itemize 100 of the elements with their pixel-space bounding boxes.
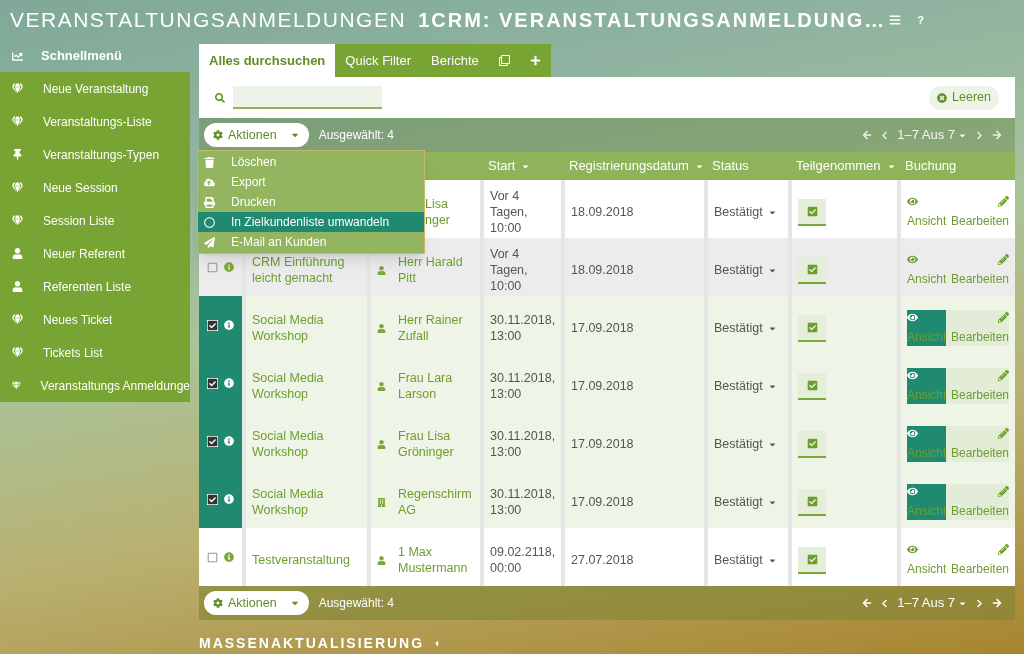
last-page-icon[interactable]: [992, 598, 1002, 608]
edit-link[interactable]: Bearbeiten: [950, 484, 1009, 520]
attended-checkbox[interactable]: [798, 430, 826, 458]
page-subtitle: 1CRM: VERANSTALTUNGSANMELDUNG…: [418, 8, 887, 33]
gem-icon: [12, 215, 23, 226]
check-icon: [806, 379, 818, 391]
eye-icon: [907, 486, 918, 497]
actions-button[interactable]: Aktionen: [204, 591, 309, 615]
view-link[interactable]: Ansicht: [907, 542, 947, 578]
edit-link[interactable]: Bearbeiten: [950, 426, 1009, 462]
start-date: 30.11.2018, 13:00: [490, 486, 556, 518]
sidebar-item[interactable]: Veranstaltungs Anmeldunge: [0, 369, 190, 402]
sidebar-item[interactable]: Veranstaltungs-Typen: [0, 138, 190, 171]
sidebar-item[interactable]: Session Liste: [0, 204, 190, 237]
clear-button[interactable]: Leeren: [929, 85, 999, 110]
pagination-dropdown[interactable]: 1–7 Aus 7: [897, 125, 967, 145]
row-checkbox[interactable]: [207, 551, 218, 563]
sidebar-item[interactable]: Neuer Referent: [0, 237, 190, 270]
sidebar-title: Schnellmenü: [41, 47, 122, 66]
eye-icon: [907, 196, 918, 207]
menu-item[interactable]: Drucken: [198, 192, 424, 212]
user-icon: [377, 323, 386, 333]
info-icon[interactable]: [224, 436, 234, 446]
view-link[interactable]: Ansicht: [907, 194, 947, 230]
registration-date: 27.07.2018: [571, 551, 634, 569]
next-page-icon[interactable]: [975, 598, 984, 608]
help-button[interactable]: ?: [917, 11, 924, 29]
info-icon[interactable]: [224, 552, 234, 562]
eye-icon: [907, 312, 918, 323]
attended-checkbox[interactable]: [798, 256, 826, 284]
row-checkbox[interactable]: [207, 319, 218, 331]
menu-icon[interactable]: [889, 14, 902, 26]
sidebar-item[interactable]: Neue Session: [0, 171, 190, 204]
actions-button[interactable]: Aktionen: [204, 123, 309, 147]
sidebar-item[interactable]: Veranstaltungs-Liste: [0, 105, 190, 138]
menu-item[interactable]: Löschen: [198, 152, 424, 172]
info-icon[interactable]: [224, 262, 234, 272]
mass-update-toggle[interactable]: MASSENAKTUALISIERUNG: [199, 633, 1015, 654]
trash-icon: [204, 156, 215, 168]
column-header[interactable]: Status: [708, 156, 788, 176]
row-checkbox[interactable]: [207, 493, 218, 505]
info-icon[interactable]: [224, 494, 234, 504]
row-checkbox[interactable]: [207, 261, 218, 273]
attended-checkbox[interactable]: [798, 546, 826, 574]
gem-icon: [12, 182, 23, 193]
first-page-icon[interactable]: [862, 130, 873, 140]
sidebar-item[interactable]: Referenten Liste: [0, 270, 190, 303]
attended-checkbox[interactable]: [798, 314, 826, 342]
menu-item[interactable]: Export: [198, 172, 424, 192]
attended-checkbox[interactable]: [798, 372, 826, 400]
row-checkbox[interactable]: [207, 435, 218, 447]
column-header[interactable]: Teilgenommen: [792, 156, 897, 176]
check-icon: [806, 495, 818, 507]
column-header[interactable]: Registrierungsdatum: [565, 156, 704, 176]
search-field[interactable]: [233, 86, 382, 109]
info-icon[interactable]: [224, 320, 234, 330]
edit-link[interactable]: Bearbeiten: [950, 542, 1009, 578]
start-date: Vor 4 Tagen, 10:00: [490, 246, 529, 294]
add-icon[interactable]: [529, 55, 541, 66]
tab[interactable]: Quick Filter: [335, 44, 422, 77]
sidebar-item[interactable]: Neues Ticket: [0, 303, 190, 336]
pencil-icon: [998, 544, 1009, 555]
edit-link[interactable]: Bearbeiten: [950, 368, 1009, 404]
paper-plane-icon: [204, 236, 215, 248]
gem-icon: [12, 314, 23, 325]
edit-link[interactable]: Bearbeiten: [950, 252, 1009, 288]
registration-date: 18.09.2018: [571, 203, 634, 221]
pencil-icon: [998, 428, 1009, 439]
sidebar-item[interactable]: Neue Veranstaltung: [0, 72, 190, 105]
info-icon[interactable]: [224, 378, 234, 388]
row-checkbox[interactable]: [207, 377, 218, 389]
edit-link[interactable]: Bearbeiten: [950, 194, 1009, 230]
column-header[interactable]: Buchung: [901, 156, 1015, 176]
start-date: Vor 4 Tagen, 10:00: [490, 188, 529, 236]
last-page-icon[interactable]: [992, 130, 1002, 140]
tab[interactable]: Berichte: [421, 44, 489, 77]
view-link[interactable]: Ansicht: [907, 252, 947, 288]
column-header[interactable]: Start: [484, 156, 561, 176]
event-link[interactable]: CRM Einführung leicht gemacht: [252, 254, 361, 286]
pagination-dropdown[interactable]: 1–7 Aus 7: [897, 593, 967, 613]
menu-item[interactable]: In Zielkundenliste umwandeln: [198, 212, 424, 232]
tab[interactable]: Alles durchsuchen: [199, 44, 336, 77]
menu-item[interactable]: E-Mail an Kunden: [198, 232, 424, 252]
attended-checkbox[interactable]: [798, 198, 826, 226]
user-icon: [377, 555, 386, 565]
sidebar-item[interactable]: Tickets List: [0, 336, 190, 369]
attended-checkbox[interactable]: [798, 488, 826, 516]
first-page-icon[interactable]: [862, 598, 873, 608]
print-icon: [204, 196, 215, 208]
edit-link[interactable]: Bearbeiten: [950, 310, 1009, 346]
previous-page-icon[interactable]: [880, 598, 890, 608]
contact-link[interactable]: Lisa nger: [425, 196, 451, 228]
pencil-icon: [998, 370, 1009, 381]
pencil-icon: [998, 486, 1009, 497]
search-icon: [215, 92, 225, 103]
clone-icon[interactable]: [498, 55, 510, 66]
registration-date: 17.09.2018: [571, 493, 634, 511]
next-page-icon[interactable]: [975, 130, 984, 140]
start-date: 30.11.2018, 13:00: [490, 312, 556, 344]
previous-page-icon[interactable]: [880, 130, 890, 140]
